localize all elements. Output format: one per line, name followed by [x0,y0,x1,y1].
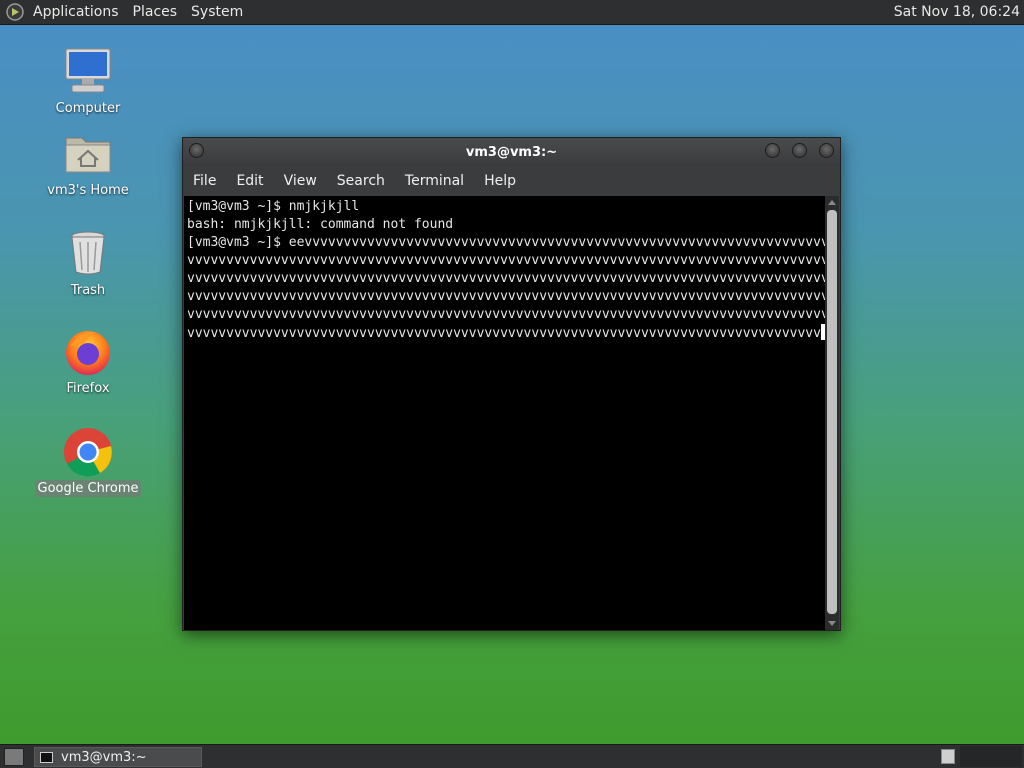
terminal-line: [vm3@vm3 ~]$ nmjkjkjll [187,199,360,214]
desktop-icon-label: Computer [55,101,121,116]
workspace-area[interactable] [960,746,1022,767]
terminal-menubar: File Edit View Search Terminal Help [183,166,840,196]
window-menu-button[interactable] [189,143,204,158]
terminal-line: vvvvvvvvvvvvvvvvvvvvvvvvvvvvvvvvvvvvvvvv… [187,253,826,268]
menu-help[interactable]: Help [484,173,516,189]
desktop-icon-computer[interactable]: Computer [33,46,143,117]
workspace-switcher-icon[interactable] [941,749,955,764]
places-menu[interactable]: Places [133,4,178,20]
desktop-icon-trash[interactable]: Trash [33,228,143,299]
terminal-output[interactable]: [vm3@vm3 ~]$ nmjkjkjll bash: nmjkjkjll: c… [184,196,826,630]
close-button[interactable] [819,143,834,158]
terminal-line-current: vvvvvvvvvvvvvvvvvvvvvvvvvvvvvvvvvvvvvvvv… [187,324,826,343]
terminal-line: bash: nmjkjkjll: command not found [187,217,454,232]
applications-menu[interactable]: Applications [33,4,119,20]
distro-logo-icon[interactable] [5,2,25,22]
minimize-button[interactable] [765,143,780,158]
chrome-icon [62,426,114,478]
desktop-icon-label: vm3's Home [47,183,129,198]
system-menu[interactable]: System [191,4,243,20]
terminal-icon [40,751,53,763]
desktop-icon-home[interactable]: vm3's Home [33,128,143,199]
terminal-window[interactable]: vm3@vm3:~ File Edit View Search Terminal… [182,137,841,631]
terminal-line: vvvvvvvvvvvvvvvvvvvvvvvvvvvvvvvvvvvvvvvv… [187,271,826,286]
show-desktop-icon[interactable] [4,748,24,766]
scroll-down-arrow-icon[interactable] [828,621,836,626]
maximize-button[interactable] [792,143,807,158]
trash-icon [62,228,114,280]
desktop-icon-label: Firefox [66,381,110,396]
clock[interactable]: Sat Nov 18, 06:24 [894,4,1020,20]
desktop-icon-firefox[interactable]: Firefox [33,326,143,397]
desktop-icon-label: Trash [70,283,106,298]
menu-view[interactable]: View [284,173,317,189]
scrollbar-thumb[interactable] [827,210,837,614]
computer-icon [62,46,114,98]
desktop-icon-chrome[interactable]: Google Chrome [33,426,143,497]
window-title: vm3@vm3:~ [465,144,558,160]
firefox-icon [62,326,114,378]
window-titlebar[interactable]: vm3@vm3:~ [183,138,840,166]
bottom-panel: vm3@vm3:~ [0,744,1024,768]
taskbar-item-terminal[interactable]: vm3@vm3:~ [34,747,202,767]
terminal-line: vvvvvvvvvvvvvvvvvvvvvvvvvvvvvvvvvvvvvvvv… [187,326,821,341]
vertical-scrollbar[interactable] [825,196,839,630]
home-folder-icon [62,128,114,180]
menu-edit[interactable]: Edit [236,173,263,189]
terminal-line: vvvvvvvvvvvvvvvvvvvvvvvvvvvvvvvvvvvvvvvv… [187,307,826,322]
menu-search[interactable]: Search [337,173,385,189]
desktop-icon-label: Google Chrome [34,480,142,497]
scroll-up-arrow-icon[interactable] [828,200,836,205]
menu-file[interactable]: File [193,173,216,189]
terminal-line: [vm3@vm3 ~]$ eevvvvvvvvvvvvvvvvvvvvvvvvv… [187,235,826,250]
top-panel: Applications Places System Sat Nov 18, 0… [0,0,1024,25]
taskbar-item-label: vm3@vm3:~ [61,749,147,765]
menu-terminal[interactable]: Terminal [405,173,464,189]
terminal-line: vvvvvvvvvvvvvvvvvvvvvvvvvvvvvvvvvvvvvvvv… [187,289,826,304]
